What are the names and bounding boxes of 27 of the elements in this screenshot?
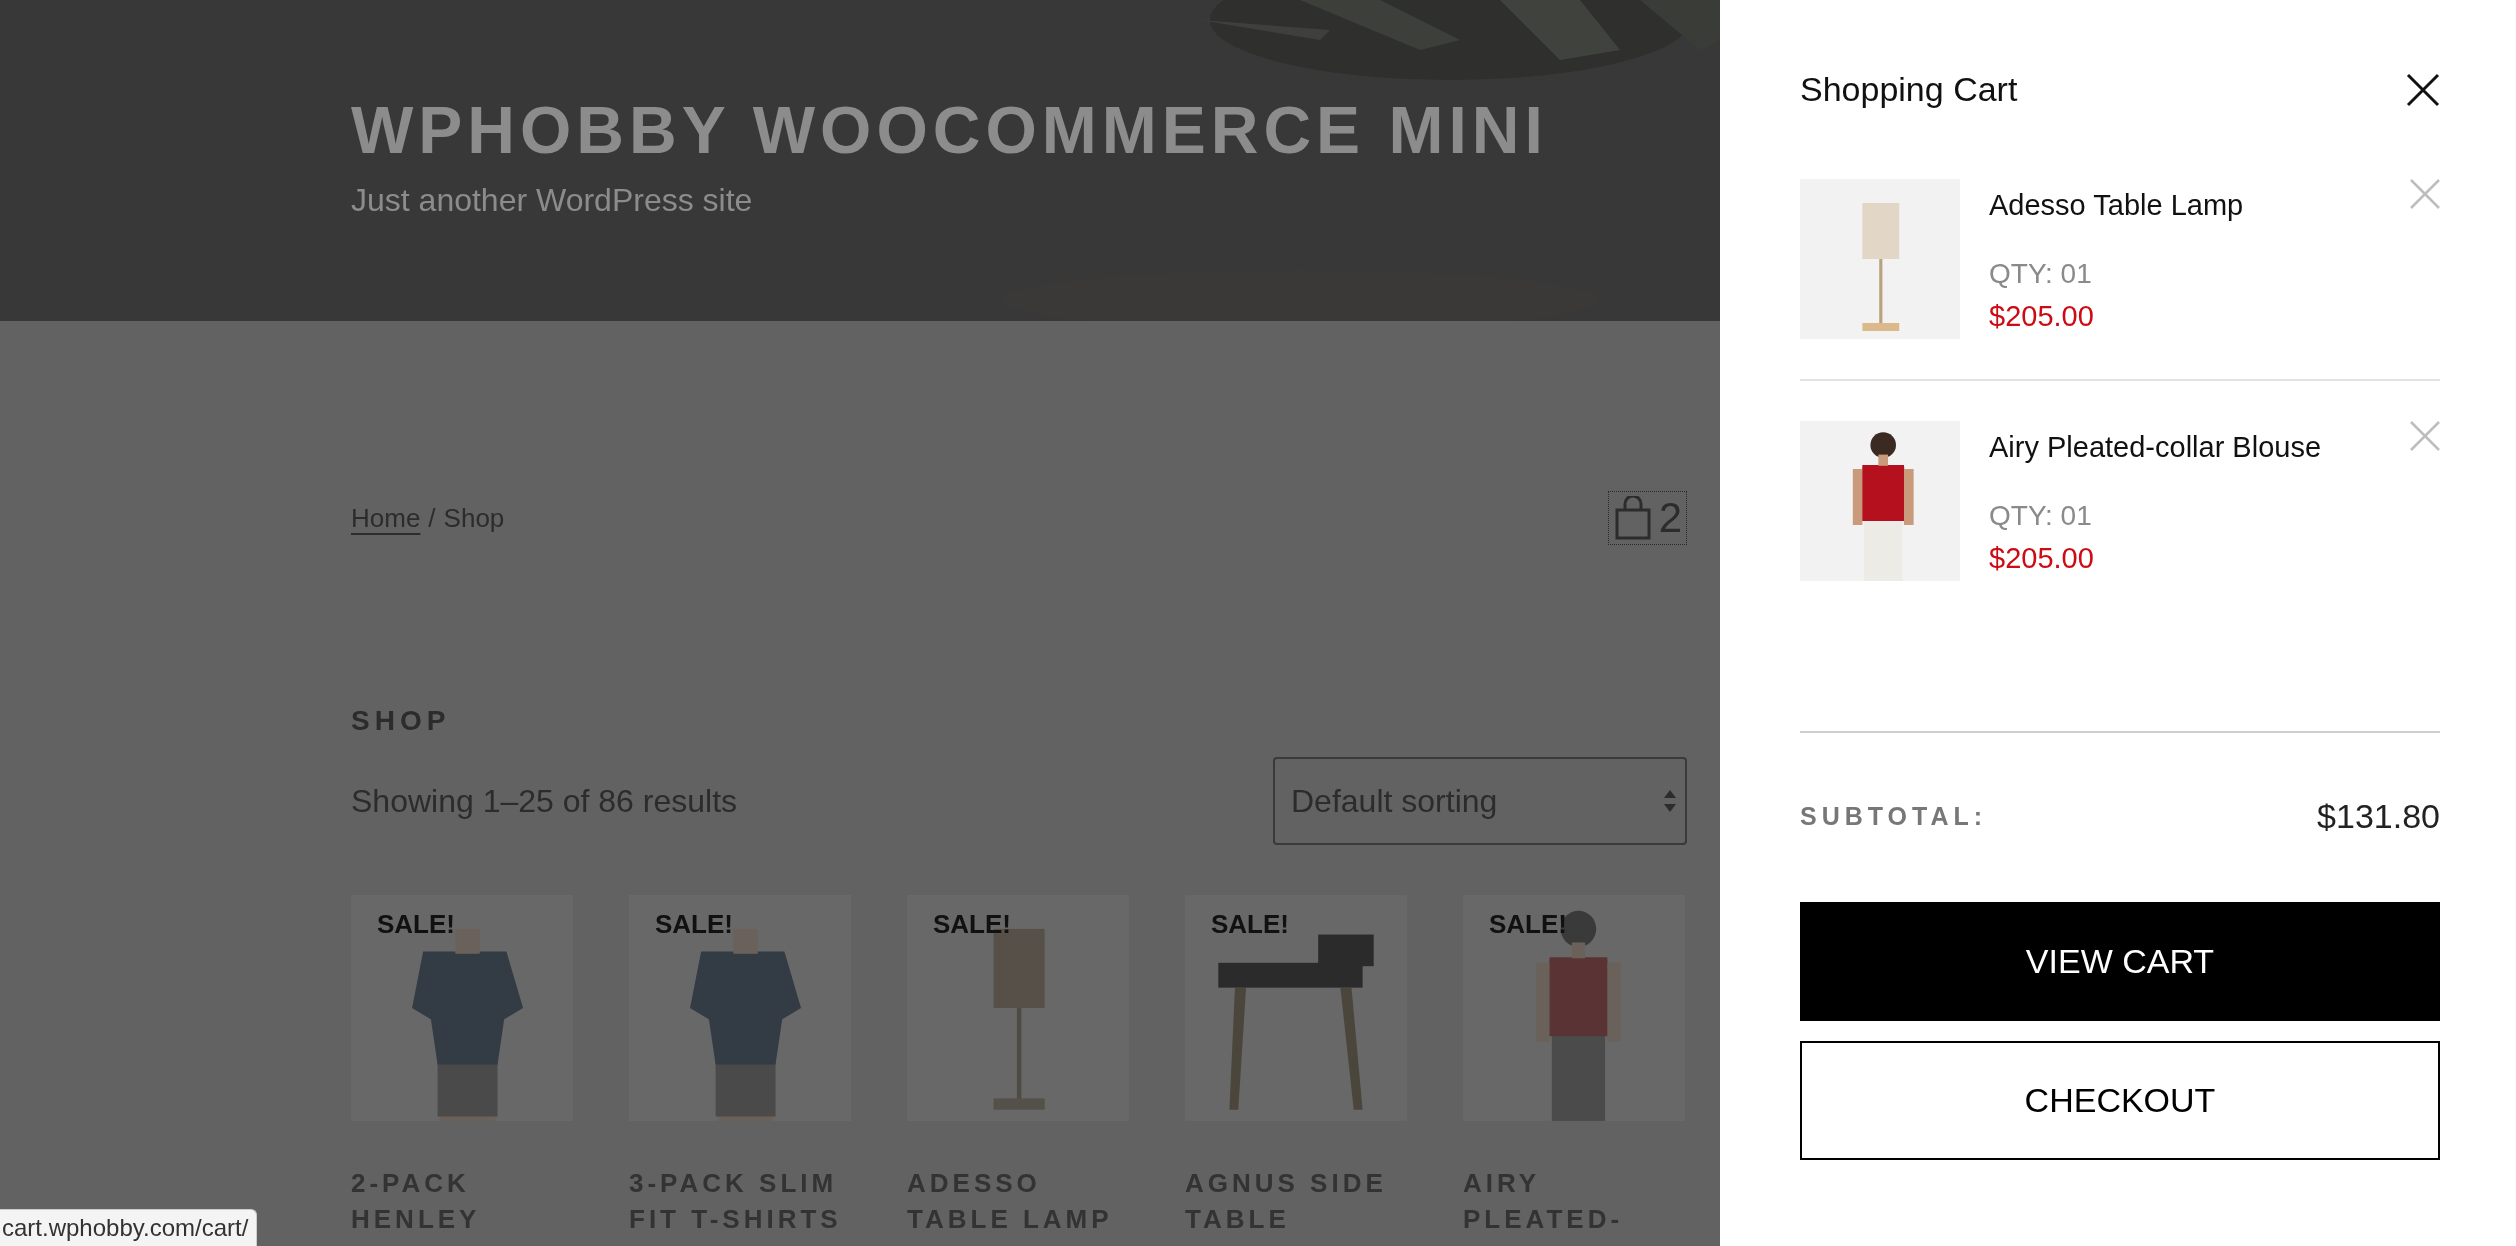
item-title[interactable]: Adesso Table Lamp <box>1989 189 2244 222</box>
site-title[interactable]: WPHOBBY WOOCOMMERCE MINI <box>351 92 1548 168</box>
close-button[interactable] <box>2406 72 2440 107</box>
item-quantity: QTY: 01 <box>1989 258 2092 290</box>
close-icon <box>2410 179 2440 209</box>
item-price: $205.00 <box>1989 300 2094 333</box>
subtotal-value: $131.80 <box>2317 797 2440 836</box>
view-cart-button[interactable]: VIEW CART <box>1800 902 2440 1021</box>
checkout-button[interactable]: CHECKOUT <box>1800 1041 2440 1160</box>
sale-label: SALE! <box>1211 909 1289 940</box>
close-icon <box>2406 72 2440 107</box>
item-quantity: QTY: 01 <box>1989 500 2092 532</box>
sale-label: SALE! <box>377 909 455 940</box>
item-title[interactable]: Airy Pleated-collar Blouse <box>1989 431 2322 464</box>
sale-label: SALE! <box>655 909 733 940</box>
remove-button[interactable] <box>2410 421 2440 451</box>
remove-button[interactable] <box>2410 179 2440 209</box>
sort-arrows-icon <box>1663 788 1677 814</box>
close-icon <box>2410 421 2440 451</box>
panel-title: Shopping Cart <box>1800 70 2018 109</box>
sale-label: SALE! <box>1489 909 1567 940</box>
breadcrumb-separator: / <box>428 502 436 534</box>
sale-label: SALE! <box>933 909 1011 940</box>
site-tagline: Just another WordPress site <box>351 182 753 219</box>
subtotal-label: SUBTOTAL: <box>1800 802 1988 831</box>
item-price: $205.00 <box>1989 542 2094 575</box>
status-bar-url: cart.wphobby.com/cart/ <box>0 1209 258 1246</box>
